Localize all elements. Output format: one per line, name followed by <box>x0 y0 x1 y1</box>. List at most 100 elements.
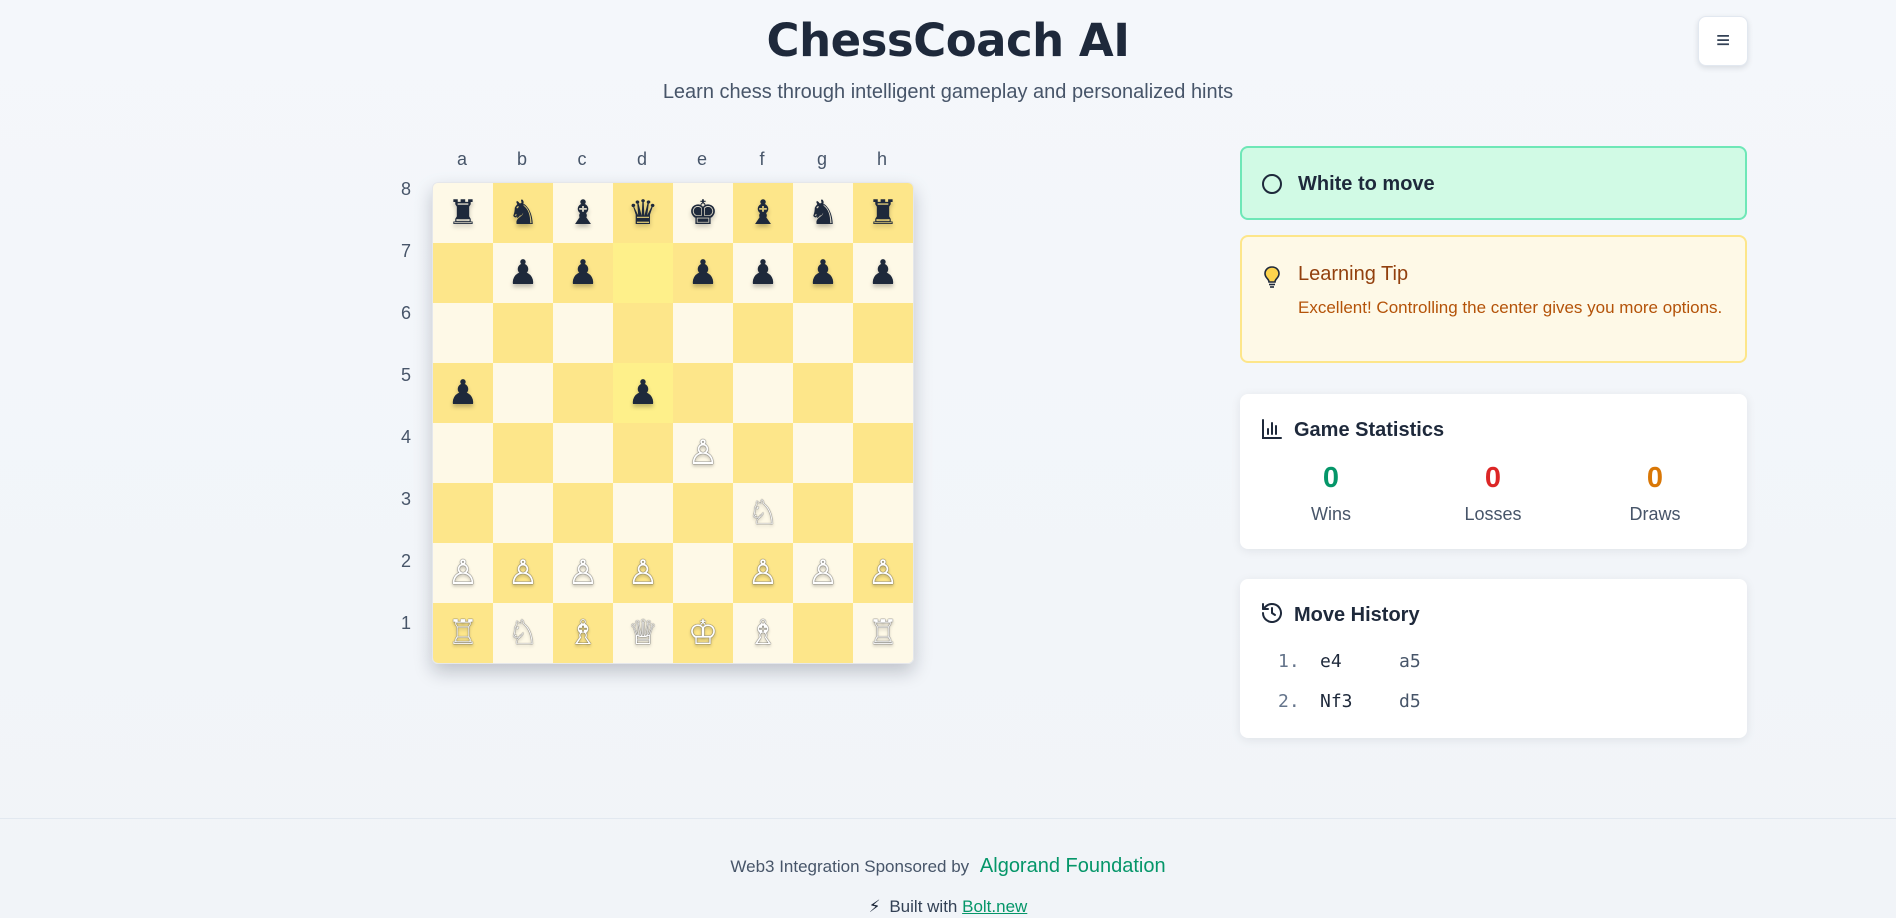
square-b7[interactable]: ♟ <box>493 243 553 303</box>
square-c2[interactable]: ♙ <box>553 543 613 603</box>
black-piece-c8[interactable]: ♝ <box>568 196 598 230</box>
square-g1[interactable] <box>793 603 853 663</box>
black-piece-e8[interactable]: ♚ <box>688 196 718 230</box>
square-e7[interactable]: ♟ <box>673 243 733 303</box>
black-piece-b8[interactable]: ♞ <box>508 196 538 230</box>
square-a4[interactable] <box>433 423 493 483</box>
square-b1[interactable]: ♘ <box>493 603 553 663</box>
square-h6[interactable] <box>853 303 913 363</box>
square-c3[interactable] <box>553 483 613 543</box>
square-b2[interactable]: ♙ <box>493 543 553 603</box>
black-piece-h7[interactable]: ♟ <box>868 256 898 290</box>
sponsor-link[interactable]: Algorand Foundation <box>980 855 1166 877</box>
square-a2[interactable]: ♙ <box>433 543 493 603</box>
black-piece-c7[interactable]: ♟ <box>568 256 598 290</box>
square-d3[interactable] <box>613 483 673 543</box>
square-g3[interactable] <box>793 483 853 543</box>
square-f4[interactable] <box>733 423 793 483</box>
square-e5[interactable] <box>673 363 733 423</box>
square-h7[interactable]: ♟ <box>853 243 913 303</box>
white-piece-h1[interactable]: ♖ <box>868 616 898 650</box>
square-d6[interactable] <box>613 303 673 363</box>
white-piece-c1[interactable]: ♗ <box>568 616 598 650</box>
square-a5[interactable]: ♟ <box>433 363 493 423</box>
square-a7[interactable] <box>433 243 493 303</box>
black-piece-a8[interactable]: ♜ <box>448 196 478 230</box>
white-piece-e4[interactable]: ♙ <box>688 436 718 470</box>
black-piece-b7[interactable]: ♟ <box>508 256 538 290</box>
square-d5[interactable]: ♟ <box>613 363 673 423</box>
white-piece-f2[interactable]: ♙ <box>748 556 778 590</box>
square-d4[interactable] <box>613 423 673 483</box>
square-e1[interactable]: ♔ <box>673 603 733 663</box>
white-piece-d2[interactable]: ♙ <box>628 556 658 590</box>
black-piece-f8[interactable]: ♝ <box>748 196 778 230</box>
square-f8[interactable]: ♝ <box>733 183 793 243</box>
square-e2[interactable] <box>673 543 733 603</box>
square-f5[interactable] <box>733 363 793 423</box>
black-piece-d8[interactable]: ♛ <box>628 196 658 230</box>
black-piece-e7[interactable]: ♟ <box>688 256 718 290</box>
square-e4[interactable]: ♙ <box>673 423 733 483</box>
white-piece-b1[interactable]: ♘ <box>508 616 538 650</box>
square-h3[interactable] <box>853 483 913 543</box>
square-h1[interactable]: ♖ <box>853 603 913 663</box>
white-piece-f3[interactable]: ♘ <box>748 496 778 530</box>
square-g4[interactable] <box>793 423 853 483</box>
square-b3[interactable] <box>493 483 553 543</box>
square-g7[interactable]: ♟ <box>793 243 853 303</box>
black-piece-g8[interactable]: ♞ <box>808 196 838 230</box>
square-h4[interactable] <box>853 423 913 483</box>
square-a6[interactable] <box>433 303 493 363</box>
square-f7[interactable]: ♟ <box>733 243 793 303</box>
bolt-link[interactable]: Bolt.new <box>962 897 1027 916</box>
black-piece-a5[interactable]: ♟ <box>448 376 478 410</box>
square-b4[interactable] <box>493 423 553 483</box>
square-h5[interactable] <box>853 363 913 423</box>
square-g6[interactable] <box>793 303 853 363</box>
square-b8[interactable]: ♞ <box>493 183 553 243</box>
white-piece-c2[interactable]: ♙ <box>568 556 598 590</box>
square-f2[interactable]: ♙ <box>733 543 793 603</box>
square-e6[interactable] <box>673 303 733 363</box>
footer: Web3 Integration Sponsored by Algorand F… <box>0 818 1896 918</box>
white-piece-h2[interactable]: ♙ <box>868 556 898 590</box>
square-b5[interactable] <box>493 363 553 423</box>
white-piece-b2[interactable]: ♙ <box>508 556 538 590</box>
square-c7[interactable]: ♟ <box>553 243 613 303</box>
black-piece-d5[interactable]: ♟ <box>628 376 658 410</box>
square-d2[interactable]: ♙ <box>613 543 673 603</box>
square-h8[interactable]: ♜ <box>853 183 913 243</box>
square-f6[interactable] <box>733 303 793 363</box>
white-piece-f1[interactable]: ♗ <box>748 616 778 650</box>
white-piece-a2[interactable]: ♙ <box>448 556 478 590</box>
square-e8[interactable]: ♚ <box>673 183 733 243</box>
white-piece-e1[interactable]: ♔ <box>688 616 718 650</box>
square-c1[interactable]: ♗ <box>553 603 613 663</box>
square-b6[interactable] <box>493 303 553 363</box>
square-c8[interactable]: ♝ <box>553 183 613 243</box>
square-f3[interactable]: ♘ <box>733 483 793 543</box>
square-a8[interactable]: ♜ <box>433 183 493 243</box>
square-g2[interactable]: ♙ <box>793 543 853 603</box>
square-h2[interactable]: ♙ <box>853 543 913 603</box>
square-a3[interactable] <box>433 483 493 543</box>
white-piece-a1[interactable]: ♖ <box>448 616 478 650</box>
square-d1[interactable]: ♕ <box>613 603 673 663</box>
square-f1[interactable]: ♗ <box>733 603 793 663</box>
black-piece-h8[interactable]: ♜ <box>868 196 898 230</box>
square-g5[interactable] <box>793 363 853 423</box>
square-d8[interactable]: ♛ <box>613 183 673 243</box>
black-piece-g7[interactable]: ♟ <box>808 256 838 290</box>
white-piece-d1[interactable]: ♕ <box>628 616 658 650</box>
square-c4[interactable] <box>553 423 613 483</box>
square-a1[interactable]: ♖ <box>433 603 493 663</box>
square-g8[interactable]: ♞ <box>793 183 853 243</box>
square-c6[interactable] <box>553 303 613 363</box>
menu-button[interactable]: ≡ <box>1698 16 1748 66</box>
square-c5[interactable] <box>553 363 613 423</box>
square-e3[interactable] <box>673 483 733 543</box>
white-piece-g2[interactable]: ♙ <box>808 556 838 590</box>
square-d7[interactable] <box>613 243 673 303</box>
black-piece-f7[interactable]: ♟ <box>748 256 778 290</box>
